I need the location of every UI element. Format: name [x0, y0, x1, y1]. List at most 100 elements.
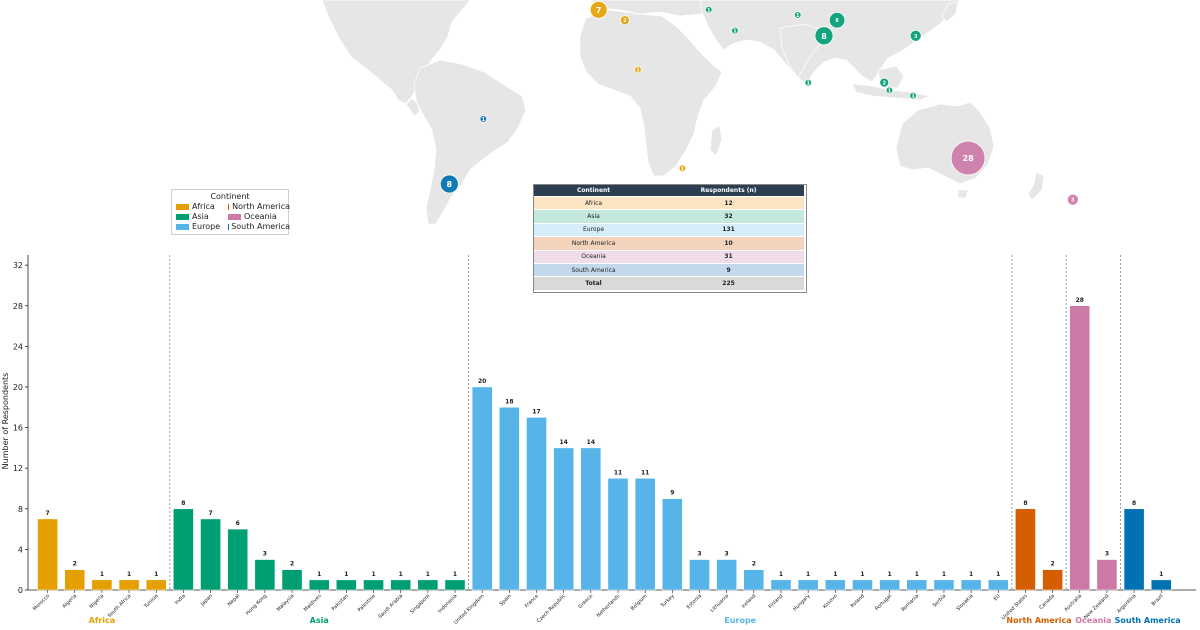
bar-value-label: 1	[969, 571, 973, 578]
legend-item: North America	[228, 202, 290, 211]
bar	[797, 579, 819, 591]
legend-item: South America	[228, 222, 290, 231]
bar-value-label: 2	[73, 561, 77, 568]
bar-value-label: 1	[888, 571, 892, 578]
x-tick-label: Greece	[577, 593, 594, 610]
y-tick-label: 16	[13, 424, 23, 433]
x-tick-label: Canada	[1038, 593, 1056, 611]
map-marker: 1	[634, 65, 642, 74]
map-marker: 8	[814, 26, 834, 46]
map-marker-label: 7	[596, 6, 602, 15]
cell-continent: South America	[534, 262, 654, 277]
map-marker-label: 1	[636, 68, 640, 74]
y-tick-label: 8	[18, 505, 23, 514]
bar-value-label: 11	[641, 469, 649, 476]
legend-item: Asia	[176, 212, 228, 221]
map-marker: 1	[909, 91, 917, 100]
bar	[743, 569, 765, 591]
land-australia	[895, 101, 995, 185]
bar	[118, 579, 140, 591]
x-tick-label: Hungary	[792, 593, 811, 612]
cell-total-label: Total	[534, 276, 654, 290]
bar	[64, 569, 86, 591]
bar	[553, 447, 574, 591]
legend-label: Europe	[192, 222, 221, 231]
bar	[499, 407, 520, 591]
map-marker-label: 1	[733, 29, 737, 35]
bar	[336, 579, 357, 591]
x-tick-label: Saudi Arabia	[377, 593, 404, 620]
land-madagascar	[709, 125, 723, 157]
map-marker-label: 1	[482, 117, 486, 123]
cell-continent: Oceania	[534, 249, 654, 264]
x-tick-label: Finland	[768, 593, 785, 610]
header-respondents: Respondents (n)	[653, 185, 804, 197]
x-tick-label: Poland	[850, 593, 866, 609]
map-marker-label: 1	[911, 94, 915, 100]
y-tick-label: 32	[13, 261, 23, 270]
table-row: South America 9	[534, 262, 804, 277]
map-marker-label: 8	[447, 180, 453, 189]
map-marker-label: 3	[914, 34, 918, 40]
x-tick-label: Argentina	[1116, 593, 1137, 614]
x-tick-label: Pakistan	[331, 593, 350, 612]
bar-value-label: 2	[290, 561, 294, 568]
x-tick-label: India	[174, 593, 187, 606]
cell-count: 31	[653, 249, 804, 264]
table-row: Asia 32	[534, 209, 804, 224]
map-marker: 3	[909, 29, 922, 42]
bar-value-label: 7	[208, 510, 212, 517]
x-tick-label: Morocco	[32, 593, 51, 612]
bar-value-label: 1	[100, 571, 104, 578]
bar-value-label: 3	[1105, 551, 1109, 558]
bar-value-label: 14	[587, 439, 595, 446]
x-tick-label: Turkey	[659, 593, 675, 609]
bar	[91, 579, 113, 591]
map-marker-label: 1	[707, 8, 711, 14]
bar-value-label: 1	[833, 571, 837, 578]
bar	[363, 579, 384, 591]
bar	[1150, 579, 1172, 591]
bar	[960, 579, 982, 591]
x-tick-labels: Morocco Algeria Nigeria South Africa Tunisia…	[32, 590, 1165, 626]
bar-value-label: 1	[915, 571, 919, 578]
bar	[933, 579, 955, 591]
table-row: North America 10	[534, 236, 804, 251]
bar-chart: 048121620242832 721 1 1876321 1 1 1 1 120181714…	[1, 255, 1196, 626]
x-tick-label: Tunisia	[143, 593, 160, 610]
map-marker: 3	[1066, 193, 1079, 206]
bar-value-label: 20	[478, 378, 486, 385]
land-south-america	[413, 59, 527, 225]
bar	[526, 417, 547, 591]
map-marker-label: 1	[681, 166, 685, 172]
bars: 721 1 1876321 1 1 1 1 120181714 1411 1193 321 1 1 1 1 1…	[37, 297, 1172, 591]
map-marker-label: 6	[835, 18, 839, 24]
bar-value-label: 1	[399, 571, 403, 578]
bar	[825, 579, 846, 591]
bar-value-label: 1	[860, 571, 864, 578]
bar-value-label: 1	[127, 571, 131, 578]
legend-label: South America	[231, 222, 290, 231]
x-tick-label: Belgium	[630, 593, 649, 612]
cell-count: 10	[653, 236, 804, 251]
bar	[471, 386, 493, 591]
x-tick-label: Serbia	[932, 593, 948, 609]
land-africa	[579, 9, 723, 177]
bar	[281, 569, 303, 591]
map-marker-label: 28	[963, 154, 975, 163]
legend-label: Africa	[192, 202, 215, 211]
legend-swatch	[228, 203, 230, 210]
x-tick-label: Brazil	[1151, 593, 1165, 607]
bar-value-label: 1	[317, 571, 321, 578]
cell-continent: Asia	[534, 209, 654, 224]
summary-table-header: Continent Respondents (n)	[534, 185, 804, 197]
bar-value-label: 1	[453, 571, 457, 578]
bar-value-label: 1	[426, 571, 430, 578]
map-marker: 1	[885, 86, 894, 94]
x-tick-label: Slovakia	[955, 593, 974, 612]
bar-value-label: 8	[1023, 500, 1027, 507]
map-marker-label: 2	[623, 18, 627, 24]
y-tick-label: 0	[18, 586, 23, 595]
bar-value-label: 1	[996, 571, 1000, 578]
x-tick-label: Portugal	[874, 593, 893, 612]
